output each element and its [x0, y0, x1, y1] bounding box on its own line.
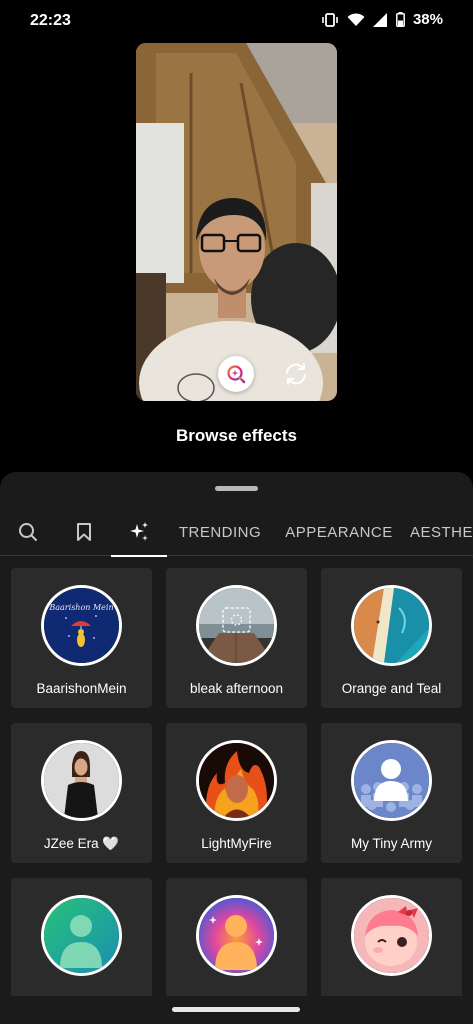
browse-effects-title: Browse effects	[176, 426, 297, 445]
effect-card-jzee-era[interactable]: JZee Era 🤍	[11, 723, 152, 863]
effect-thumbnail	[351, 740, 432, 821]
effect-label: Orange and Teal	[341, 681, 442, 696]
camera-preview[interactable]	[136, 43, 337, 401]
effect-thumbnail: Baarishon Mein	[41, 585, 122, 666]
effect-label: bleak afternoon	[189, 681, 284, 696]
effect-label: LightMyFire	[201, 836, 272, 851]
search-icon	[19, 523, 37, 541]
flip-camera-icon	[286, 363, 306, 385]
bookmark-icon	[77, 523, 91, 541]
effect-thumbnail	[41, 895, 122, 976]
effect-card-lightmyfire[interactable]: LightMyFire	[166, 723, 307, 863]
tab-trending[interactable]: TRENDING	[172, 508, 268, 556]
tab-for-you[interactable]	[111, 508, 167, 557]
tab-saved[interactable]	[64, 508, 104, 556]
signal-icon	[372, 12, 388, 27]
capture-button[interactable]	[218, 356, 254, 392]
tab-search[interactable]	[8, 508, 48, 556]
effect-card-baarishonmein[interactable]: Baarishon Mein BaarishonMein	[11, 568, 152, 708]
tab-appearance[interactable]: APPEARANCE	[278, 508, 400, 556]
effect-label: JZee Era 🤍	[43, 836, 120, 851]
effect-thumbnail	[196, 585, 277, 666]
wifi-icon	[347, 12, 365, 27]
sheet-drag-handle[interactable]	[215, 486, 258, 491]
effect-thumbnail-text: Baarishon Mein	[48, 603, 113, 612]
flip-camera-button[interactable]	[281, 359, 311, 389]
effect-thumbnail	[196, 895, 277, 976]
effect-label: My Tiny Army	[350, 836, 432, 851]
effect-thumbnail	[196, 740, 277, 821]
effect-thumbnail	[41, 740, 122, 821]
battery-percent: 38%	[412, 11, 443, 28]
status-icons: 38%	[321, 11, 443, 28]
effect-label: BaarishonMein	[36, 681, 127, 696]
effect-thumbnail	[351, 585, 432, 666]
sparkle-icon	[130, 522, 148, 541]
effects-tab-bar: TRENDING APPEARANCE AESTHE	[0, 508, 473, 557]
status-time: 22:23	[30, 12, 71, 29]
battery-icon	[396, 12, 405, 27]
home-gesture-pill[interactable]	[172, 1007, 300, 1012]
system-navigation-bar	[0, 996, 473, 1024]
effect-card-my-tiny-army[interactable]: My Tiny Army	[321, 723, 462, 863]
effect-search-icon	[227, 365, 246, 384]
effect-card-bleak-afternoon[interactable]: bleak afternoon	[166, 568, 307, 708]
effect-thumbnail	[351, 895, 432, 976]
camera-feed-image	[136, 43, 337, 401]
effect-card-orange-and-teal[interactable]: Orange and Teal	[321, 568, 462, 708]
effects-sheet: TRENDING APPEARANCE AESTHE Baarishon Mei…	[0, 472, 473, 1024]
status-bar: 22:23 38%	[0, 0, 473, 44]
tab-aesthetic[interactable]: AESTHE	[410, 508, 473, 556]
vibrate-icon	[321, 12, 339, 27]
